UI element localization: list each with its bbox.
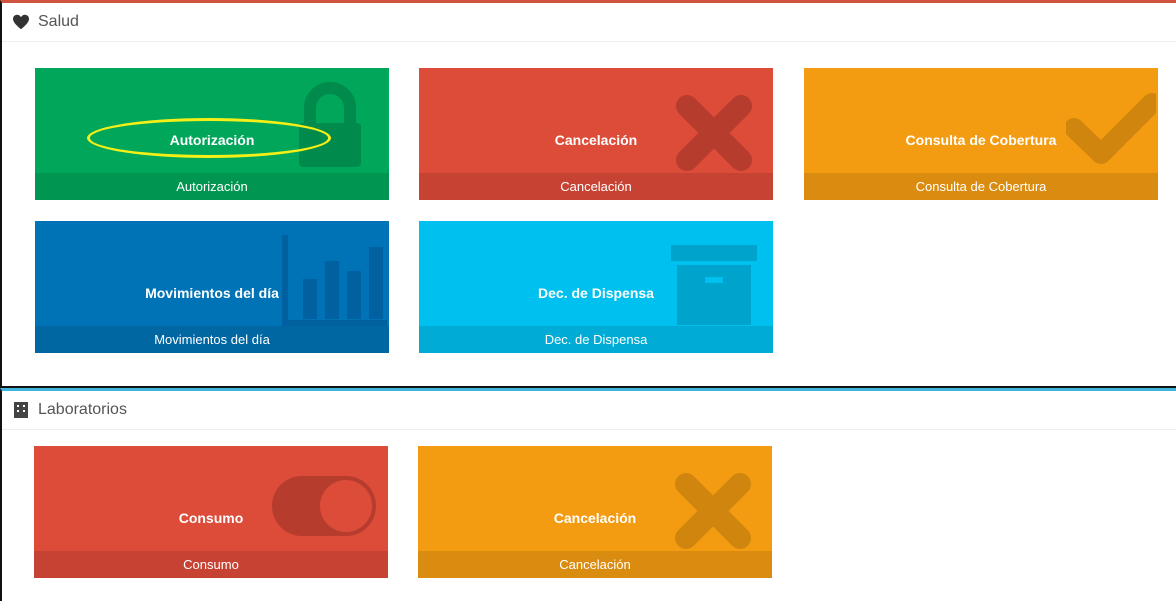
toggle-icon bbox=[272, 476, 376, 536]
tile-label: Autorización bbox=[169, 132, 255, 148]
check-icon bbox=[1066, 93, 1156, 164]
tile-consulta-cobertura[interactable]: Consulta de Cobertura Consulta de Cobert… bbox=[804, 68, 1158, 200]
tile-cancelacion[interactable]: Cancelación Cancelación bbox=[419, 68, 773, 200]
tile-label: Consumo bbox=[178, 510, 244, 526]
tile-footer-link[interactable]: Consumo bbox=[34, 551, 388, 578]
tile-label: Cancelación bbox=[554, 132, 638, 148]
tile-footer-link[interactable]: Movimientos del día bbox=[35, 326, 389, 353]
salud-panel-header: Salud bbox=[2, 3, 1176, 42]
section-title: Salud bbox=[38, 13, 79, 30]
close-icon bbox=[675, 473, 751, 549]
tile-autorizacion[interactable]: Autorización Autorización bbox=[35, 68, 389, 200]
close-icon bbox=[676, 95, 752, 171]
laboratorios-panel-header: Laboratorios bbox=[2, 391, 1176, 430]
building-icon bbox=[12, 401, 30, 419]
archive-icon bbox=[671, 245, 757, 325]
tile-label: Consulta de Cobertura bbox=[905, 132, 1057, 148]
tile-label: Dec. de Dispensa bbox=[538, 285, 654, 301]
tile-footer-link[interactable]: Autorización bbox=[35, 173, 389, 200]
tile-footer-link[interactable]: Cancelación bbox=[418, 551, 772, 578]
tile-footer-link[interactable]: Dec. de Dispensa bbox=[419, 326, 773, 353]
tile-consumo[interactable]: Consumo Consumo bbox=[34, 446, 388, 578]
tile-dec-de-dispensa[interactable]: Dec. de Dispensa Dec. de Dispensa bbox=[419, 221, 773, 353]
tile-label: Cancelación bbox=[553, 510, 637, 526]
tile-footer-link[interactable]: Cancelación bbox=[419, 173, 773, 200]
heart-icon bbox=[12, 13, 30, 31]
bar-chart-icon bbox=[282, 235, 387, 326]
lock-icon bbox=[299, 82, 361, 167]
tile-cancelacion-lab[interactable]: Cancelación Cancelación bbox=[418, 446, 772, 578]
tile-footer-link[interactable]: Consulta de Cobertura bbox=[804, 173, 1158, 200]
tile-movimientos-del-dia[interactable]: Movimientos del día Movimientos del día bbox=[35, 221, 389, 353]
section-title: Laboratorios bbox=[38, 401, 127, 418]
tile-label: Movimientos del día bbox=[145, 285, 279, 301]
